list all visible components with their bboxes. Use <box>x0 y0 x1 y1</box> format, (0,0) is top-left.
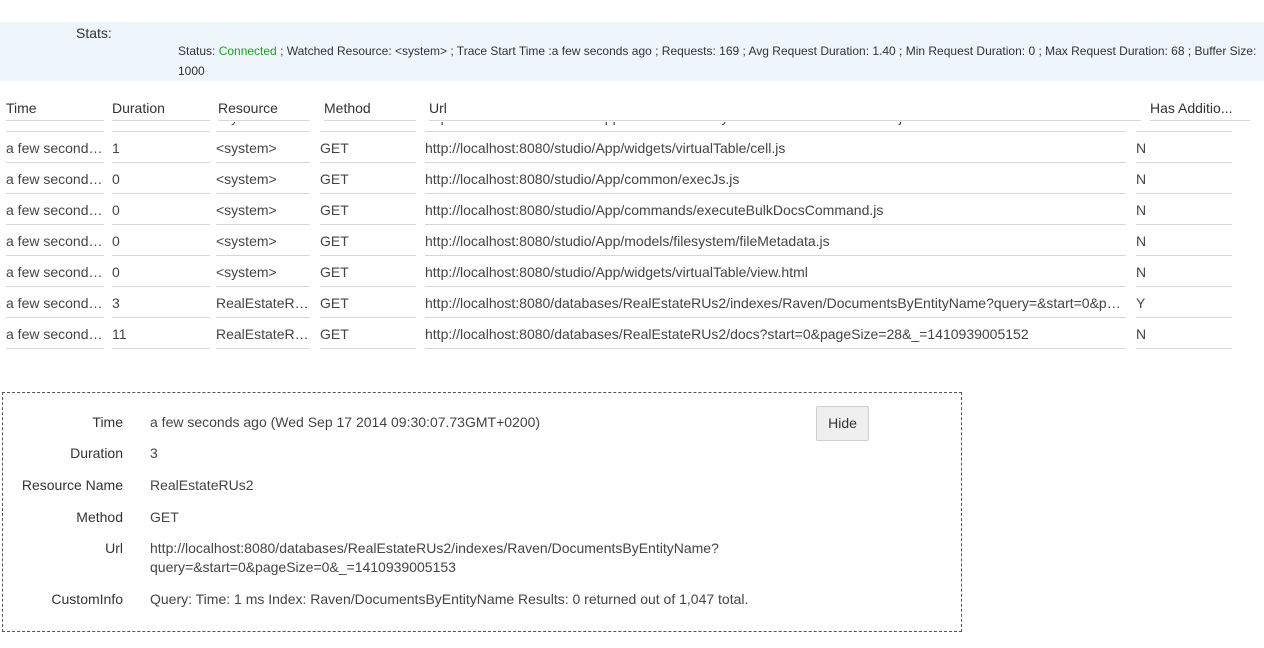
stats-text: Status: Connected ; Watched Resource: <s… <box>178 41 1258 81</box>
cell-time: a few seconds ago <box>6 122 104 132</box>
cell-method: GET <box>320 227 416 256</box>
cell-has-additional: N <box>1136 165 1232 194</box>
stats-details: ; Watched Resource: <system> ; Trace Sta… <box>178 44 1257 78</box>
cell-has-additional: N <box>1136 258 1232 287</box>
table-row[interactable]: a few seconds ago 11RealEstateRUs2 GET http… <box>0 320 1264 351</box>
cell-url: http://localhost:8080/studio/App/widgets… <box>425 134 1126 163</box>
table-row[interactable]: a few seconds ago 0<system> GET http://loca… <box>0 196 1264 227</box>
table-row[interactable]: a few seconds ago 0<system> GET http://loca… <box>0 227 1264 258</box>
status-prefix: Status: <box>178 44 219 58</box>
cell-time: a few seconds ago <box>6 134 104 163</box>
cell-method: GET <box>320 320 416 349</box>
cell-resource: <system> <box>216 196 310 225</box>
cell-resource: RealEstateRUs2 <box>216 289 310 318</box>
detail-value-url: http://localhost:8080/databases/RealEsta… <box>150 539 719 577</box>
detail-label-custominfo: CustomInfo <box>51 591 123 607</box>
detail-label-url: Url <box>105 540 123 556</box>
cell-time: a few seconds ago <box>6 196 104 225</box>
cell-url: http://localhost:8080/studio/App/widgets… <box>425 258 1126 287</box>
cell-has-additional: N <box>1136 196 1232 225</box>
cell-resource: <system> <box>216 165 310 194</box>
table-header: Time Duration Resource Method Url Has Ad… <box>0 96 1264 122</box>
cell-resource: <system> <box>216 227 310 256</box>
detail-value-method: GET <box>150 509 179 525</box>
table-body[interactable]: a few seconds ago1<system>GEThttp://loca… <box>0 122 1264 369</box>
cell-duration: 1 <box>112 134 210 163</box>
table-row[interactable]: a few seconds ago 1 <system> GET http://loca… <box>0 122 1264 134</box>
cell-has-additional: Y <box>1136 289 1232 318</box>
cell-resource: RealEstateRUs2 <box>216 320 310 349</box>
column-header-has-additional[interactable]: Has Additio... <box>1150 96 1250 121</box>
detail-label-time: Time <box>92 414 123 430</box>
cell-url: http://localhost:8080/studio/App/command… <box>425 196 1126 225</box>
cell-time: a few seconds ago <box>6 258 104 287</box>
cell-resource: <system> <box>216 258 310 287</box>
table-row[interactable]: a few seconds ago 0<system> GET http://loca… <box>0 258 1264 289</box>
detail-label-resource: Resource Name <box>21 477 123 493</box>
cell-duration: 0 <box>112 258 210 287</box>
cell-time: a few seconds ago <box>6 320 104 349</box>
cell-time: a few seconds ago <box>6 289 104 318</box>
table-row[interactable]: a few seconds ago 1<system> GET http://loca… <box>0 134 1264 165</box>
detail-label-method: Method <box>76 509 123 525</box>
detail-label-duration: Duration <box>70 445 123 461</box>
cell-method: GET <box>320 122 416 132</box>
cell-method: GET <box>320 258 416 287</box>
column-header-url[interactable]: Url <box>429 96 1141 121</box>
cell-url: http://localhost:8080/databases/RealEsta… <box>425 289 1126 318</box>
cell-has-additional: N <box>1136 134 1232 163</box>
cell-method: GET <box>320 134 416 163</box>
table-row[interactable]: a few seconds ago 0<system> GET http://loca… <box>0 165 1264 196</box>
cell-has-additional: N <box>1136 320 1232 349</box>
cell-duration: 1 <box>112 122 210 132</box>
hide-button[interactable]: Hide <box>816 406 869 441</box>
column-header-method[interactable]: Method <box>324 96 416 121</box>
cell-duration: 0 <box>112 227 210 256</box>
status-connected: Connected <box>218 44 277 58</box>
table-rows: a few seconds ago1<system>GEThttp://loca… <box>0 122 1264 351</box>
detail-value-time: a few seconds ago (Wed Sep 17 2014 09:30… <box>150 414 541 430</box>
cell-method: GET <box>320 165 416 194</box>
cell-duration: 0 <box>112 165 210 194</box>
cell-duration: 11 <box>112 320 210 349</box>
cell-time: a few seconds ago <box>6 165 104 194</box>
request-details-panel: Hide Time a few seconds ago (Wed Sep 17 … <box>2 392 962 632</box>
column-header-time[interactable]: Time <box>6 96 104 121</box>
stats-label: Stats: <box>76 25 112 41</box>
detail-value-duration: 3 <box>150 445 158 461</box>
cell-url: http://localhost:8080/studio/App/common/… <box>425 165 1126 194</box>
cell-resource: <system> <box>216 122 310 132</box>
detail-value-resource: RealEstateRUs2 <box>150 477 254 493</box>
stats-bar: Stats: Status: Connected ; Watched Resou… <box>0 22 1264 81</box>
cell-method: GET <box>320 196 416 225</box>
table-row[interactable]: a few seconds ago 3RealEstateRUs2 GET http:… <box>0 289 1264 320</box>
cell-url: http://localhost:8080/databases/RealEsta… <box>425 320 1126 349</box>
cell-has-additional: N <box>1136 122 1232 132</box>
column-header-resource[interactable]: Resource <box>218 96 310 121</box>
cell-duration: 0 <box>112 196 210 225</box>
detail-value-custominfo: Query: Time: 1 ms Index: Raven/Documents… <box>150 591 749 607</box>
cell-resource: <system> <box>216 134 310 163</box>
cell-time: a few seconds ago <box>6 227 104 256</box>
column-header-duration[interactable]: Duration <box>112 96 210 121</box>
cell-has-additional: N <box>1136 227 1232 256</box>
cell-duration: 3 <box>112 289 210 318</box>
cell-method: GET <box>320 289 416 318</box>
detail-value-url-line2: query=&start=0&pageSize=0&_=141093900515… <box>150 559 456 575</box>
detail-value-url-line1: http://localhost:8080/databases/RealEsta… <box>150 540 719 556</box>
cell-url: http://localhost:8080/studio/App/models/… <box>425 227 1126 256</box>
cell-url: http://localhost:8080/studio/App/command… <box>425 122 1126 132</box>
